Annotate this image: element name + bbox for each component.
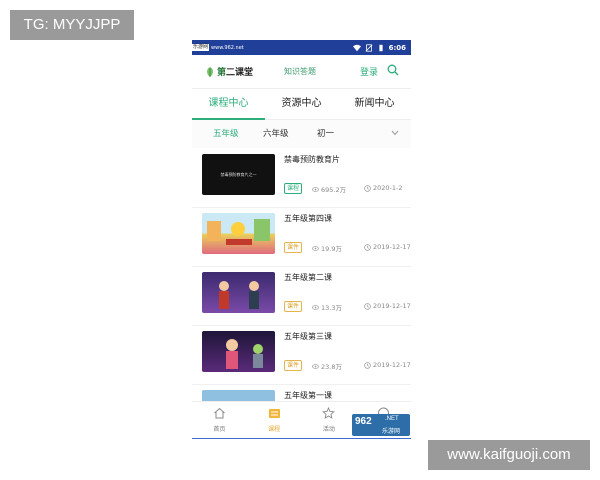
home-icon [214,407,225,419]
views: 23.8万 [312,361,342,371]
thumbnail-text: 禁毒预防教育片之一 [220,172,257,177]
eye-icon [312,245,319,251]
views: 695.2万 [312,184,346,194]
date-text: 2019-12-17 [373,361,411,369]
wifi-icon [352,44,361,51]
tab-news-center[interactable]: 新闻中心 [338,89,411,119]
status-chip: 乐游网 [192,44,210,51]
date: 2019-12-17 [364,243,411,251]
phone-screen: 乐游网 www.962.net 6:06 第二课堂 知识答题 登录 课程中心 资… [192,40,411,439]
quiz-link[interactable]: 知识答题 [284,66,316,77]
thumbnail-illustration [207,219,270,245]
logo-number: 962 [355,416,372,427]
clock-icon [364,243,371,251]
main-tabs: 课程中心 资源中心 新闻中心 [192,89,411,120]
eye-icon [312,304,319,310]
item-title: 五年级第二课 [284,273,332,282]
thumbnail-illustration [226,339,263,369]
clock-icon [364,302,371,310]
list-item[interactable]: 禁毒预防教育片之一 禁毒预防教育片 课程 695.2万 2020-1-2 [192,148,411,208]
battery-icon [378,44,383,51]
logo-text-b: 二课堂 [226,68,254,78]
item-title: 五年级第四课 [284,214,332,223]
tab-course-center[interactable]: 课程中心 [192,89,265,119]
views-count: 19.9万 [321,245,342,253]
tab-resource-center[interactable]: 资源中心 [265,89,338,119]
status-bar: 乐游网 www.962.net 6:06 [192,40,411,55]
date: 2020-1-2 [364,184,403,192]
eye-icon [312,186,319,192]
type-badge: 课件 [284,301,303,312]
type-badge: 课程 [284,183,303,194]
date-text: 2019-12-17 [373,302,411,310]
item-title: 五年级第三课 [284,332,332,341]
logo-text: 第二课堂 [217,65,253,78]
watermark-tg: TG: MYYJJPP [10,10,134,40]
thumbnail [202,213,275,254]
item-title: 禁毒预防教育片 [284,155,340,164]
clock-icon [364,184,371,192]
login-button[interactable]: 登录 [360,65,378,78]
thumbnail [202,331,275,372]
views-count: 23.8万 [321,363,342,371]
list-item[interactable]: 五年级第四课 课件 19.9万 2019-12-17 [192,207,411,267]
nav-activity[interactable]: 活动 [302,402,357,438]
views-count: 695.2万 [321,186,347,194]
logo-net: .NET [385,416,399,422]
site-watermark-logo: 962 .NET 乐游网 [352,414,410,436]
nav-home[interactable]: 首页 [192,402,247,438]
leaf-logo-icon [207,66,213,77]
list-item[interactable]: 五年级第三课 课件 23.8万 2019-12-17 [192,325,411,385]
no-sim-icon [365,43,373,52]
status-url: www.962.net [211,44,244,51]
thumbnail [202,272,275,313]
thumbnail-illustration [219,281,259,309]
status-time: 6:06 [388,43,406,52]
app-logo: 第二课堂 [205,65,253,78]
nav-course[interactable]: 课程 [247,402,302,438]
type-badge: 课件 [284,242,303,253]
date-text: 2019-12-17 [373,243,411,251]
nav-label: 课程 [268,426,281,433]
date: 2019-12-17 [364,361,411,369]
logo-sub: 乐游网 [382,428,401,435]
chevron-down-icon[interactable] [391,130,399,136]
views: 13.3万 [312,302,342,312]
logo-text-a: 第 [217,68,227,78]
date: 2019-12-17 [364,302,411,310]
watermark-site: www.kaifguoji.com [428,440,590,470]
list-item[interactable]: 五年级第二课 课件 13.3万 2019-12-17 [192,266,411,326]
eye-icon [312,363,319,369]
course-icon [268,409,280,418]
nav-label: 活动 [322,426,335,433]
search-icon[interactable] [387,64,399,76]
item-title: 五年级第一课 [284,391,332,400]
grade-5[interactable]: 五年级 [213,120,239,148]
nav-label: 首页 [213,426,226,433]
app-header: 第二课堂 知识答题 登录 [192,55,411,89]
star-icon [322,406,336,419]
type-badge: 课件 [284,360,303,371]
grade-6[interactable]: 六年级 [263,120,289,148]
clock-icon [364,361,371,369]
views-count: 13.3万 [321,304,342,312]
views: 19.9万 [312,243,342,253]
thumbnail: 禁毒预防教育片之一 [202,154,275,195]
date-text: 2020-1-2 [373,184,403,192]
grade-7[interactable]: 初一 [317,120,334,148]
grade-filter: 五年级 六年级 初一 [192,120,411,148]
